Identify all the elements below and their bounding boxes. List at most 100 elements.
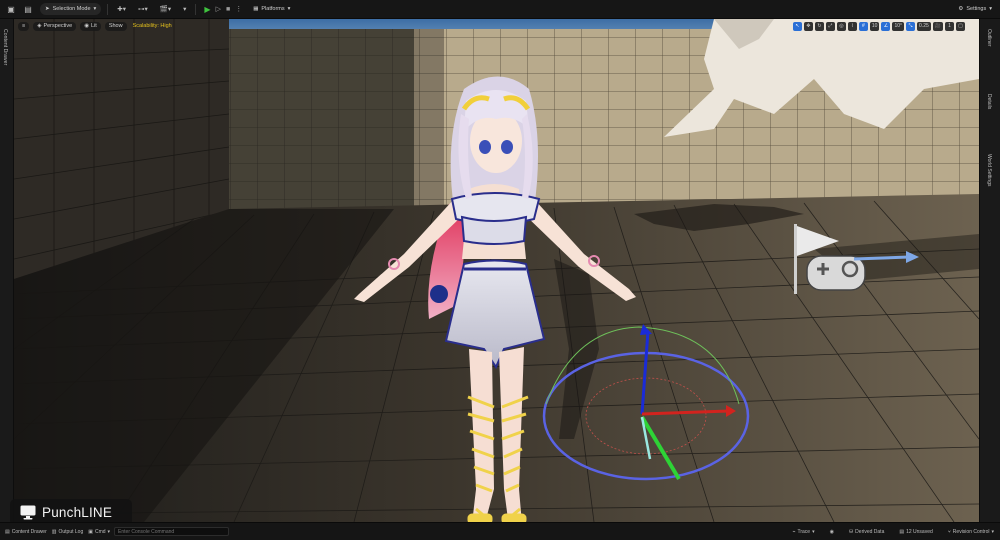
settings-button[interactable]: ⚙ Settings ▾ <box>958 3 992 15</box>
details-tab[interactable]: Details <box>986 94 992 109</box>
console-command-input[interactable] <box>114 527 230 536</box>
trace-button[interactable]: ⌁ Trace ▾ <box>792 529 814 535</box>
platforms-button[interactable]: ▦ Platforms ▾ <box>248 3 295 15</box>
toolbar-divider <box>195 3 197 15</box>
cmd-label: Cmd <box>94 528 106 535</box>
camera-speed-value[interactable]: 1 <box>945 21 954 31</box>
world-settings-tab[interactable]: World Settings <box>986 154 992 186</box>
flag-pole <box>794 224 797 294</box>
left-side-tab-rail: Content Drawer <box>0 19 14 522</box>
scale-snap-toggle[interactable]: ⤡ <box>906 21 916 31</box>
scalability-warning[interactable]: Scalability: High <box>131 22 174 31</box>
rotation-snap-value[interactable]: 10° <box>892 21 905 31</box>
lit-button[interactable]: ◉ Lit <box>80 21 101 31</box>
outliner-tab[interactable]: Outliner <box>986 29 992 47</box>
cape-emblem <box>430 285 448 303</box>
unsaved-label: 12 Unsaved <box>906 529 933 535</box>
unsaved-button[interactable]: ▤ 12 Unsaved <box>899 529 932 535</box>
world-space-icon[interactable]: ◎ <box>836 21 846 31</box>
cmd-dropdown[interactable]: ▣ Cmd ▾ <box>88 529 110 535</box>
trace-icon: ⌁ <box>792 529 796 535</box>
right-side-tab-rail: Outliner Details World Settings <box>979 19 1000 522</box>
content-drawer-button[interactable]: ▤ Content Drawer <box>5 529 47 535</box>
watermark-text: PunchLINE <box>42 505 113 520</box>
database-icon: ⛁ <box>848 529 854 535</box>
surface-snap-icon[interactable]: ⌇ <box>847 21 857 31</box>
scale-tool-icon[interactable]: ⤢ <box>825 21 835 31</box>
save-icon[interactable]: ▣ <box>5 3 17 15</box>
camera-speed-icon[interactable]: 🎥 <box>932 21 943 31</box>
revision-icon: ⑂ <box>947 529 951 535</box>
content-drawer-label: Content Drawer <box>11 528 47 535</box>
chevron-down-icon: ▾ <box>93 6 97 12</box>
terminal-icon: ▣ <box>88 528 93 535</box>
step-icon[interactable]: ▷ <box>216 5 221 13</box>
perspective-label: Perspective <box>43 23 73 29</box>
top-band <box>460 215 528 245</box>
add-icon: ✚ <box>117 6 123 13</box>
platforms-label: Platforms <box>261 6 285 12</box>
grid-snap-value[interactable]: 10 <box>869 21 880 31</box>
maximize-viewport-icon[interactable]: ▢ <box>956 21 965 31</box>
translate-tool-icon[interactable]: ✥ <box>803 21 813 31</box>
main-toolbar: ▣ ▤ ➤ Selection Mode ▾ ✚ ▾ ⊶ ▾ 🎬 ▾ ▾ ▶ ▷ ■ … <box>0 0 1000 19</box>
status-bar-right: ⌁ Trace ▾ ◉ ⛁ Derived Data ▤ 12 Unsaved … <box>787 523 994 540</box>
chevron-down-icon: ▾ <box>183 6 187 13</box>
blueprint-icon: ⊶ <box>138 6 145 13</box>
revision-control-button[interactable]: ⑂ Revision Control ▾ <box>948 529 994 535</box>
output-log-button[interactable]: ▥ Output Log <box>52 529 83 535</box>
content-browser-icon[interactable]: ▤ <box>22 3 34 15</box>
stop-icon[interactable]: ■ <box>226 6 230 13</box>
perspective-button[interactable]: ◈ Perspective <box>33 21 77 31</box>
cube-icon: ◈ <box>37 23 42 29</box>
grid-snap-toggle[interactable]: # <box>858 21 868 31</box>
clapper-icon: 🎬 <box>159 6 168 13</box>
player-start-arrow <box>853 255 910 261</box>
selection-mode-label: Selection Mode <box>52 6 91 12</box>
level-viewport[interactable]: ≡ ◈ Perspective ◉ Lit Show Scalability: … <box>14 19 979 522</box>
play-icon[interactable]: ▶ <box>204 5 210 14</box>
selection-mode-button[interactable]: ➤ Selection Mode ▾ <box>40 3 102 15</box>
right-eye <box>501 140 513 154</box>
chevron-down-icon: ▾ <box>812 529 815 535</box>
status-bar: ▤ Content Drawer ▥ Output Log ▣ Cmd ▾ ⌁ … <box>0 522 1000 540</box>
left-eye <box>479 140 491 154</box>
lit-label: Lit <box>91 23 97 29</box>
viewport-toolbar-right: ↖ ✥ ↻ ⤢ ◎ ⌇ # 10 ∠ 10° ⤡ 0.25 🎥 1 ▢ <box>792 21 965 31</box>
cinematics-button[interactable]: 🎬 ▾ <box>157 3 174 15</box>
show-label: Show <box>108 23 123 29</box>
gear-icon: ⚙ <box>958 6 964 12</box>
trace-label: Trace <box>797 529 811 535</box>
show-button[interactable]: Show <box>104 21 127 31</box>
scale-snap-value[interactable]: 0.25 <box>917 21 931 31</box>
build-button[interactable]: ▾ <box>180 3 189 15</box>
add-actor-button[interactable]: ✚ ▾ <box>114 3 129 15</box>
viewport-options-button[interactable]: ≡ <box>18 21 30 31</box>
wall-shadow <box>229 29 414 209</box>
more-options-icon[interactable]: ⋮ <box>235 5 242 13</box>
unsaved-icon: ▤ <box>899 529 905 535</box>
log-icon: ▥ <box>51 528 57 535</box>
wall-shadow-edge <box>414 29 444 209</box>
rotate-tool-icon[interactable]: ↻ <box>814 21 824 31</box>
settings-label: Settings <box>966 6 987 12</box>
rotation-snap-toggle[interactable]: ∠ <box>881 21 891 31</box>
content-browser-tab[interactable]: Content Drawer <box>2 29 8 65</box>
chevron-down-icon: ▾ <box>107 528 111 535</box>
derived-data-label: Derived Data <box>855 529 885 535</box>
chevron-down-icon: ▾ <box>287 6 291 12</box>
unreal-editor-window: ▣ ▤ ➤ Selection Mode ▾ ✚ ▾ ⊶ ▾ 🎬 ▾ ▾ ▶ ▷ ■ … <box>0 0 1000 540</box>
hamburger-icon: ≡ <box>22 23 26 29</box>
output-log-label: Output Log <box>58 528 84 535</box>
blueprint-button[interactable]: ⊶ ▾ <box>135 3 151 15</box>
cursor-icon: ➤ <box>45 6 50 12</box>
revision-control-label: Revision Control <box>952 529 990 535</box>
sun-icon: ◉ <box>84 23 90 29</box>
select-tool-icon[interactable]: ↖ <box>792 21 802 31</box>
record-icon[interactable]: ◉ <box>830 529 834 535</box>
chevron-down-icon: ▾ <box>991 529 994 535</box>
drawer-icon: ▤ <box>5 528 10 535</box>
toolbar-divider <box>107 3 109 15</box>
derived-data-button[interactable]: ⛁ Derived Data <box>849 529 884 535</box>
viewport-scene[interactable] <box>14 19 979 522</box>
